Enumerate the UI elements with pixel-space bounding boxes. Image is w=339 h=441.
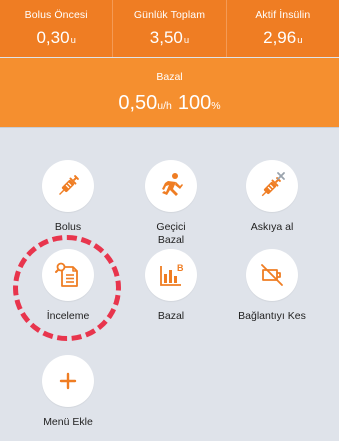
- syringe-icon: [59, 175, 79, 195]
- stat-unit: u: [183, 35, 190, 46]
- menu-add-button[interactable]: Menü Ekle: [18, 355, 118, 429]
- menu-suspend-button[interactable]: Askıya al: [222, 160, 322, 234]
- basal-status: Bazal 0,50u/h 100%: [0, 58, 339, 127]
- icon-circle: [246, 249, 298, 301]
- stat-label: Günlük Toplam: [133, 9, 206, 21]
- icon-circle: [145, 160, 197, 212]
- stat-bolus-previous: Bolus Öncesi 0,30u: [0, 0, 114, 57]
- stat-value: 0,30u: [36, 28, 76, 47]
- menu-bolus-button[interactable]: Bolus: [18, 160, 118, 234]
- stat-active-insulin: Aktif İnsülin 2,96u: [227, 0, 339, 57]
- menu-basal-label: Bazal: [157, 310, 185, 322]
- bar-chart-basal-icon: B: [160, 263, 184, 286]
- stat-value: 3,50u: [149, 28, 190, 47]
- running-person-icon: [162, 173, 183, 196]
- menu-disconnect-button[interactable]: Bağlantıyı Kes: [222, 249, 322, 323]
- menu-bolus-label: Bolus: [54, 221, 82, 233]
- icon-circle: B: [145, 249, 197, 301]
- stat-unit: u: [297, 35, 303, 46]
- stat-unit: u: [70, 35, 76, 46]
- menu-temp-basal-button[interactable]: Geçici Bazal: [121, 160, 221, 247]
- disconnect-icon: [261, 264, 283, 286]
- stats-bar: Bolus Öncesi 0,30u Günlük Toplam 3,50u A…: [0, 0, 339, 57]
- basal-percent-unit: %: [211, 100, 221, 112]
- icon-circle: [42, 160, 94, 212]
- menu-disconnect-label: Bağlantıyı Kes: [238, 310, 306, 322]
- icon-circle: [246, 160, 298, 212]
- menu-temp-basal-label: Geçici Bazal: [156, 221, 186, 246]
- stat-value: 2,96u: [263, 28, 303, 47]
- menu-basal-button[interactable]: B Bazal: [121, 249, 221, 323]
- basal-unit: u/h: [157, 100, 172, 112]
- svg-text:B: B: [177, 263, 184, 273]
- basal-rate: 0,50u/h 100%: [118, 92, 221, 114]
- section-divider: [0, 127, 339, 142]
- stat-label: Aktif İnsülin: [255, 9, 311, 21]
- stat-label: Bolus Öncesi: [24, 9, 88, 21]
- basal-label: Bazal: [156, 71, 183, 83]
- icon-circle: [42, 355, 94, 407]
- menu-add-label: Menü Ekle: [43, 416, 93, 428]
- review-highlight-ring: [13, 235, 121, 341]
- stat-daily-total: Günlük Toplam 3,50u: [113, 0, 227, 57]
- syringe-cancel-icon: [261, 172, 285, 197]
- basal-percent: 100: [177, 92, 212, 114]
- plus-icon: [59, 372, 77, 390]
- menu-suspend-label: Askıya al: [250, 221, 294, 233]
- pump-home-screen: Bolus Öncesi 0,30u Günlük Toplam 3,50u A…: [0, 0, 339, 441]
